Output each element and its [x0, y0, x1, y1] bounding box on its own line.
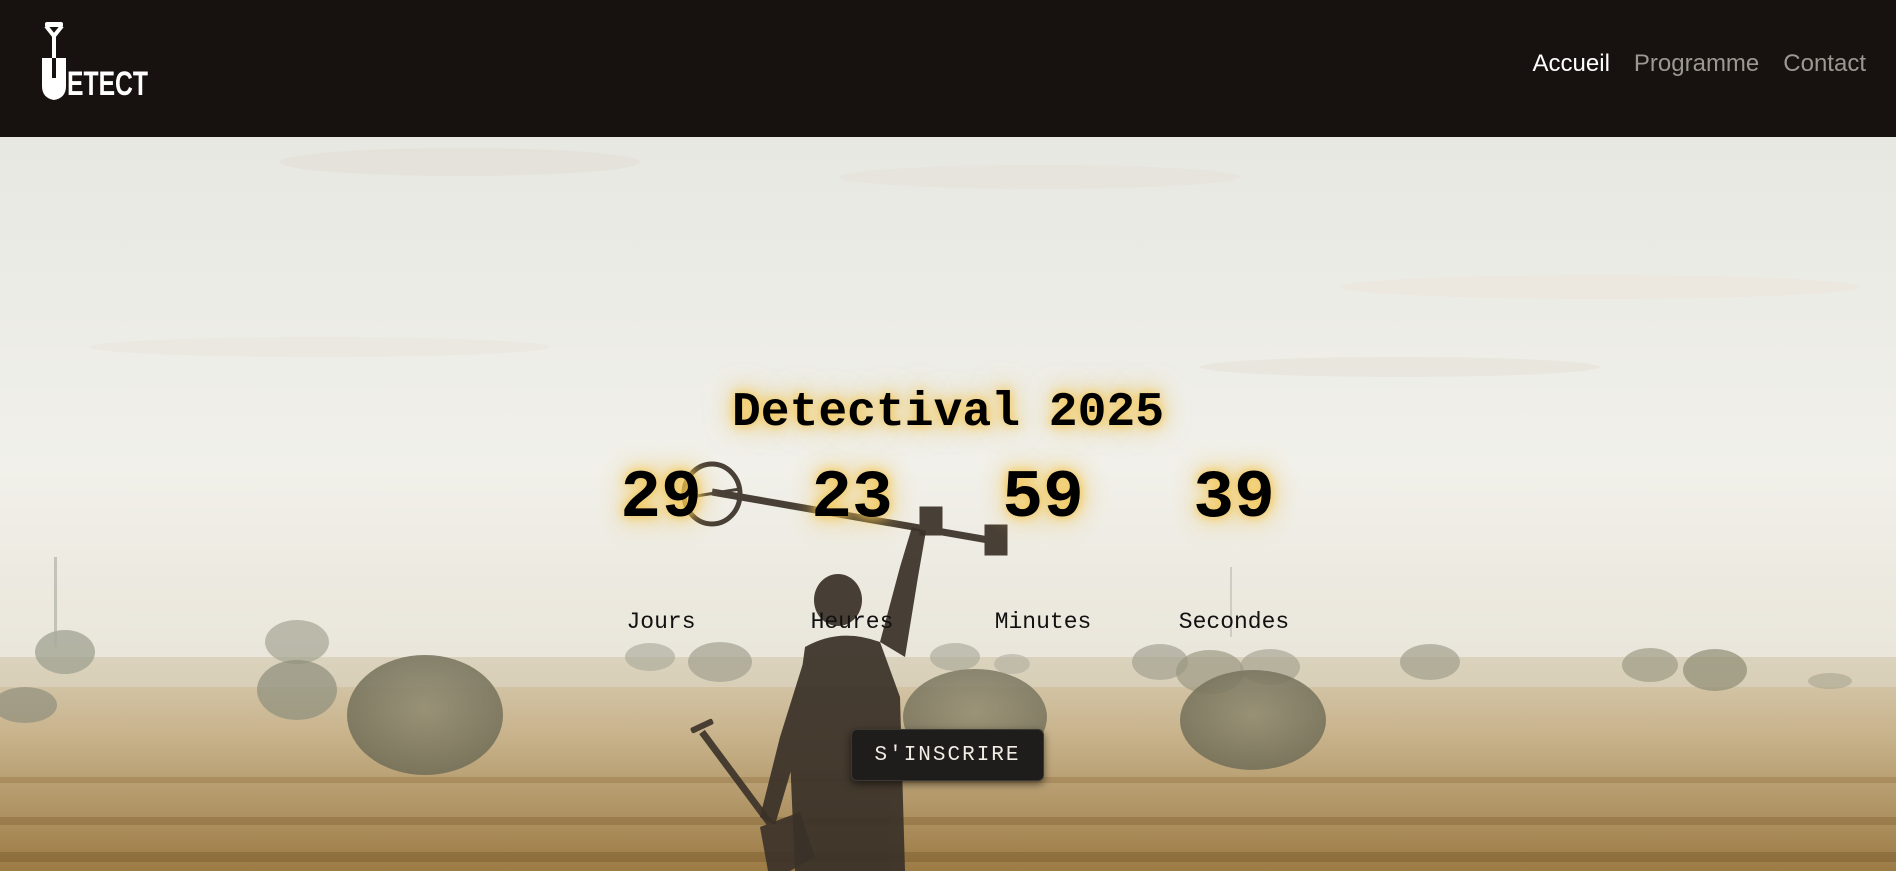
countdown-minutes-value: 59 [1002, 460, 1084, 537]
countdown-seconds-label: Secondes [1178, 609, 1290, 635]
nav-contact[interactable]: Contact [1783, 50, 1866, 78]
brand-logo[interactable]: ETECT [40, 20, 150, 102]
countdown-hours-value: 23 [811, 460, 893, 537]
countdown-days-label: Jours [626, 609, 696, 635]
countdown-hours-label: Heures [810, 609, 894, 635]
countdown-days-value: 29 [620, 460, 702, 537]
shovel-icon: ETECT [42, 22, 148, 102]
countdown-seconds-value: 39 [1193, 460, 1275, 537]
nav-accueil[interactable]: Accueil [1533, 50, 1610, 78]
register-button[interactable]: S'INSCRIRE [851, 729, 1044, 781]
event-title: Detectival 2025 [731, 386, 1165, 441]
hero-section: Detectival 2025 29 23 59 39 Jours Heures… [0, 137, 1896, 871]
countdown-minutes-label: Minutes [994, 609, 1092, 635]
navbar: ETECT Accueil Programme Contact [0, 0, 1896, 137]
logo-text: ETECT [67, 65, 148, 102]
nav-programme[interactable]: Programme [1634, 50, 1759, 78]
main-nav: Accueil Programme Contact [1533, 50, 1866, 78]
